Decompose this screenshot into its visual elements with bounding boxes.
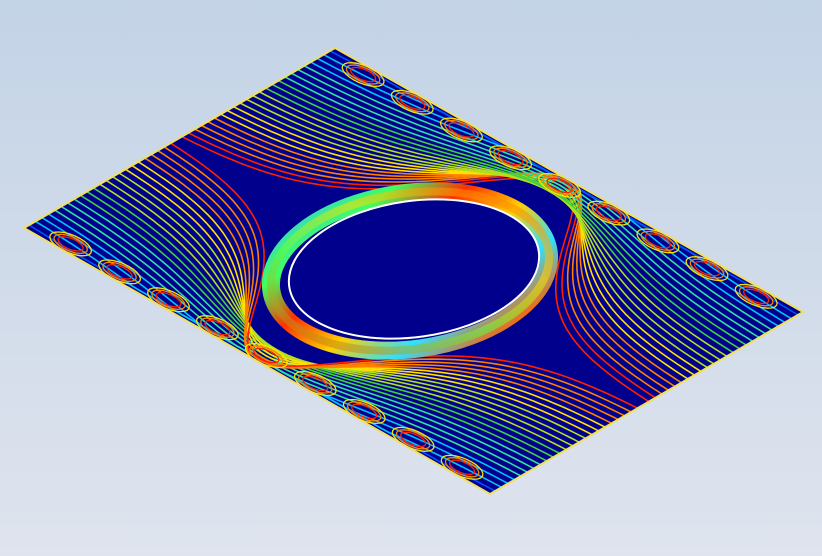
contour-plot-scene: [21, 46, 806, 496]
graphics-viewport[interactable]: [0, 0, 822, 556]
